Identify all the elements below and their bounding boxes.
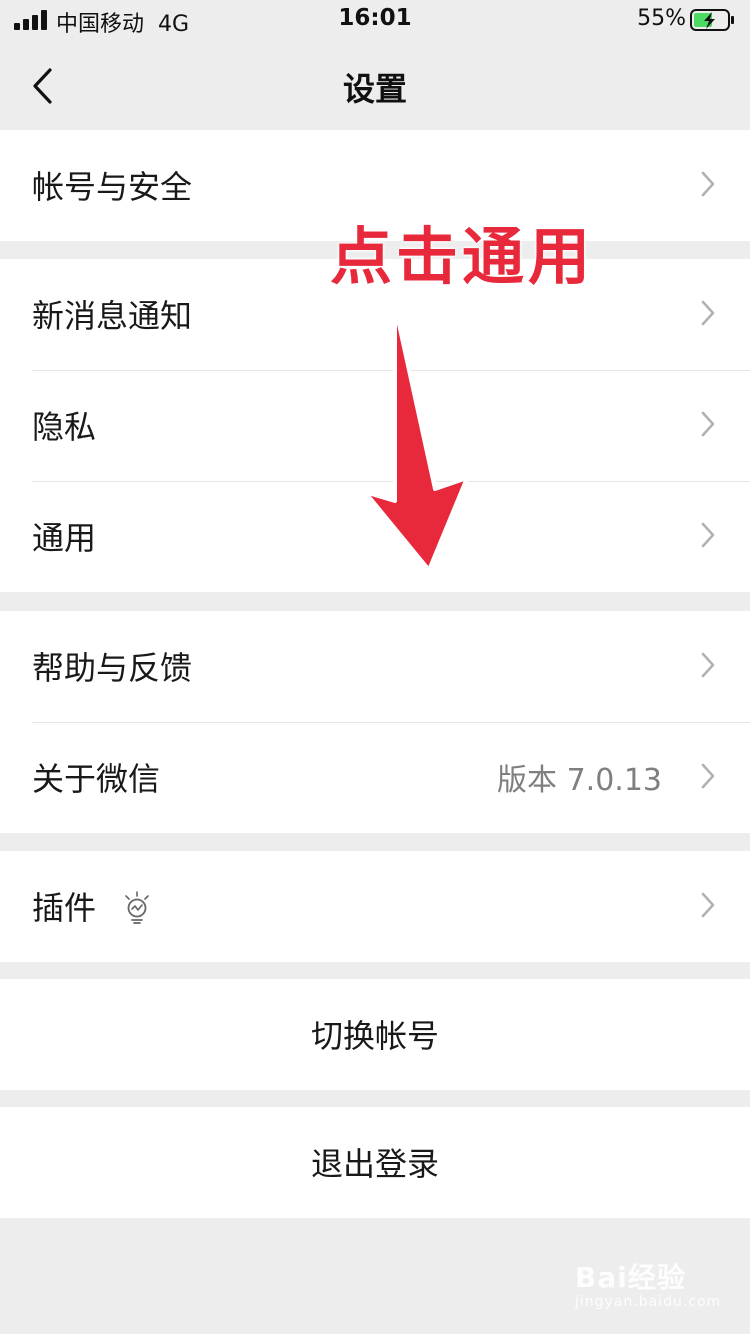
settings-group-plugins: 插件 (0, 851, 750, 962)
setting-item-label: 关于微信 (32, 760, 161, 798)
chevron-right-icon (700, 410, 716, 438)
lightbulb-icon (122, 891, 152, 929)
setting-item-label: 新消息通知 (32, 297, 193, 335)
arrow-down-icon (355, 296, 485, 590)
setting-item-label: 通用 (32, 519, 97, 557)
watermark-logo: Bai经验 (575, 1261, 686, 1294)
switch-account-button[interactable]: 切换帐号 (0, 979, 750, 1090)
status-bar: 中国移动 4G 16:01 55% (0, 0, 750, 40)
watermark: Bai经验 jingyan.baidu.com (575, 1256, 721, 1310)
version-value: 版本 7.0.13 (497, 763, 662, 798)
setting-item-label: 帮助与反馈 (32, 649, 193, 687)
setting-item-label: 隐私 (32, 408, 97, 446)
battery-percent: 55% (637, 6, 686, 31)
settings-group-help: 帮助与反馈 关于微信 版本 7.0.13 (0, 611, 750, 833)
setting-item-help-feedback[interactable]: 帮助与反馈 (0, 611, 750, 722)
page-title: 设置 (342, 70, 407, 108)
watermark-url: jingyan.baidu.com (575, 1294, 722, 1310)
logout-label: 退出登录 (310, 1145, 439, 1183)
logout-group: 退出登录 (0, 1107, 750, 1218)
navigation-bar: 设置 (0, 40, 750, 130)
setting-item-label: 插件 (32, 889, 97, 927)
switch-account-label: 切换帐号 (310, 1017, 439, 1055)
switch-account-group: 切换帐号 (0, 979, 750, 1090)
annotation-text: 点击通用 (330, 220, 595, 293)
chevron-right-icon (700, 762, 716, 790)
setting-item-label: 帐号与安全 (32, 168, 193, 206)
chevron-right-icon (700, 521, 716, 549)
chevron-right-icon (700, 651, 716, 679)
battery-charging-icon (690, 8, 736, 38)
setting-item-plugins[interactable]: 插件 (0, 851, 750, 962)
chevron-right-icon (700, 299, 716, 327)
chevron-right-icon (700, 170, 716, 198)
setting-item-about-wechat[interactable]: 关于微信 版本 7.0.13 (0, 722, 750, 833)
chevron-right-icon (700, 891, 716, 919)
logout-button[interactable]: 退出登录 (0, 1107, 750, 1218)
